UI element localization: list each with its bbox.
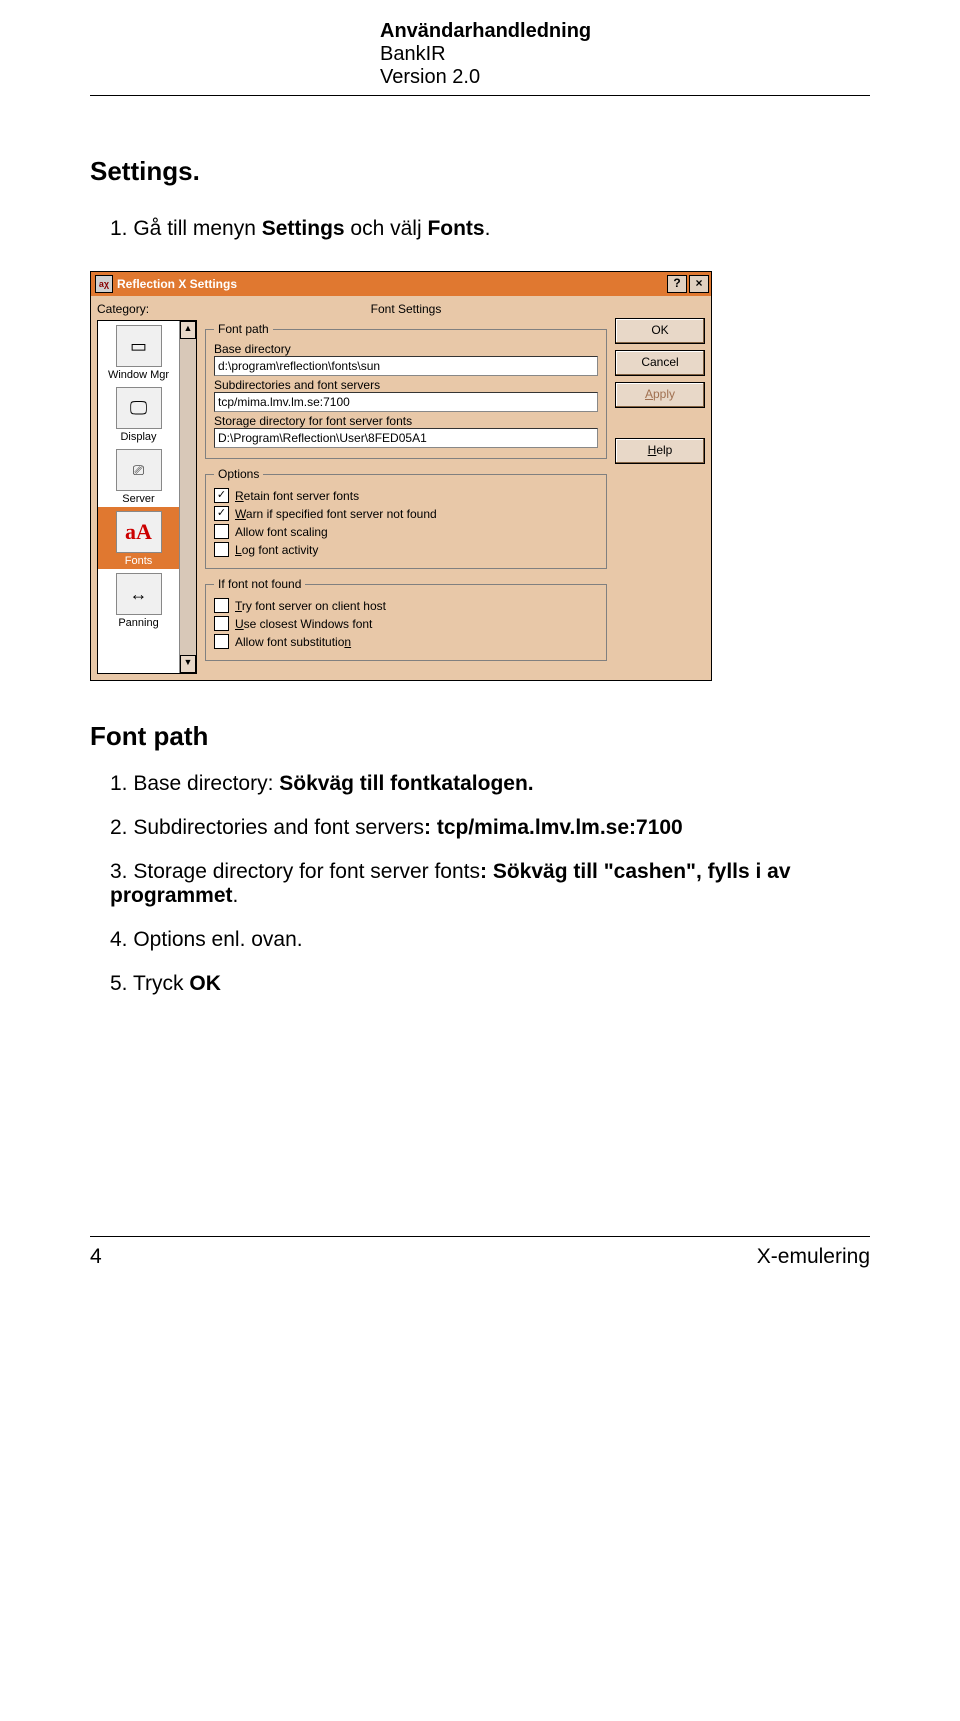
category-item-fonts[interactable]: aA Fonts (98, 507, 179, 569)
retain-checkbox[interactable] (214, 488, 229, 503)
fontpath-step-3: 3. Storage directory for font server fon… (110, 860, 870, 908)
header-line3: Version 2.0 (380, 66, 870, 89)
log-checkbox-row[interactable]: Log font activity (214, 542, 598, 557)
warn-checkbox-row[interactable]: Warn if specified font server not found (214, 506, 598, 521)
allow-scaling-checkbox[interactable] (214, 524, 229, 539)
fontpath-step-1: 1. Base directory: Sökväg till fontkatal… (110, 772, 870, 796)
reflection-x-settings-dialog: aχ Reflection X Settings ? × Category: ▭… (90, 271, 712, 681)
font-path-legend: Font path (214, 322, 273, 336)
fontpath-step-2: 2. Subdirectories and font servers: tcp/… (110, 816, 870, 840)
options-group: Options Retain font server fonts Warn if… (205, 467, 607, 569)
category-scrollbar[interactable]: ▲ ▼ (179, 321, 196, 673)
header-line2: BankIR (380, 43, 870, 66)
use-closest-checkbox[interactable] (214, 616, 229, 631)
allow-scaling-checkbox-row[interactable]: Allow font scaling (214, 524, 598, 539)
category-label: Category: (97, 302, 197, 316)
panning-icon: ↔ (116, 573, 162, 615)
subdirectories-input[interactable] (214, 392, 598, 412)
display-icon: 🖵 (116, 387, 162, 429)
font-path-group: Font path Base directory Subdirectories … (205, 322, 607, 459)
not-found-group: If font not found Try font server on cli… (205, 577, 607, 661)
not-found-legend: If font not found (214, 577, 305, 591)
page-number: 4 (90, 1245, 102, 1269)
fontpath-step-5: 5. Tryck OK (110, 972, 870, 996)
titlebar: aχ Reflection X Settings ? × (91, 272, 711, 296)
subdirectories-label: Subdirectories and font servers (214, 378, 598, 392)
log-checkbox[interactable] (214, 542, 229, 557)
allow-sub-checkbox[interactable] (214, 634, 229, 649)
category-item-window-mgr[interactable]: ▭ Window Mgr (98, 321, 179, 383)
page-header: Användarhandledning BankIR Version 2.0 (380, 20, 870, 89)
retain-checkbox-row[interactable]: Retain font server fonts (214, 488, 598, 503)
allow-sub-checkbox-row[interactable]: Allow font substitution (214, 634, 598, 649)
section-heading-settings: Settings. (90, 156, 870, 187)
close-titlebar-button[interactable]: × (689, 275, 709, 293)
category-item-display[interactable]: 🖵 Display (98, 383, 179, 445)
page-footer: 4 X-emulering (90, 1237, 870, 1269)
panel-title: Font Settings (205, 302, 607, 316)
window-mgr-icon: ▭ (116, 325, 162, 367)
base-directory-label: Base directory (214, 342, 598, 356)
cancel-button[interactable]: Cancel (615, 350, 705, 376)
scroll-up-button[interactable]: ▲ (180, 321, 196, 339)
warn-checkbox[interactable] (214, 506, 229, 521)
help-button[interactable]: Help (615, 438, 705, 464)
options-legend: Options (214, 467, 263, 481)
titlebar-title: Reflection X Settings (117, 277, 665, 291)
app-icon: aχ (95, 275, 113, 293)
header-rule (90, 95, 870, 96)
header-title: Användarhandledning (380, 20, 870, 43)
fonts-icon: aA (116, 511, 162, 553)
category-listbox[interactable]: ▭ Window Mgr 🖵 Display ⎚ Server (97, 320, 197, 674)
footer-section: X-emulering (757, 1245, 870, 1269)
use-closest-checkbox-row[interactable]: Use closest Windows font (214, 616, 598, 631)
ok-button[interactable]: OK (615, 318, 705, 344)
storage-directory-label: Storage directory for font server fonts (214, 414, 598, 428)
category-item-panning[interactable]: ↔ Panning (98, 569, 179, 631)
section-heading-fontpath: Font path (90, 721, 870, 752)
server-icon: ⎚ (116, 449, 162, 491)
try-checkbox[interactable] (214, 598, 229, 613)
base-directory-input[interactable] (214, 356, 598, 376)
category-item-server[interactable]: ⎚ Server (98, 445, 179, 507)
help-titlebar-button[interactable]: ? (667, 275, 687, 293)
scroll-down-button[interactable]: ▼ (180, 655, 196, 673)
try-checkbox-row[interactable]: Try font server on client host (214, 598, 598, 613)
apply-button[interactable]: Apply (615, 382, 705, 408)
storage-directory-input[interactable] (214, 428, 598, 448)
fontpath-step-4: 4. Options enl. ovan. (110, 928, 870, 952)
step-1: 1. Gå till menyn Settings och välj Fonts… (110, 217, 870, 241)
